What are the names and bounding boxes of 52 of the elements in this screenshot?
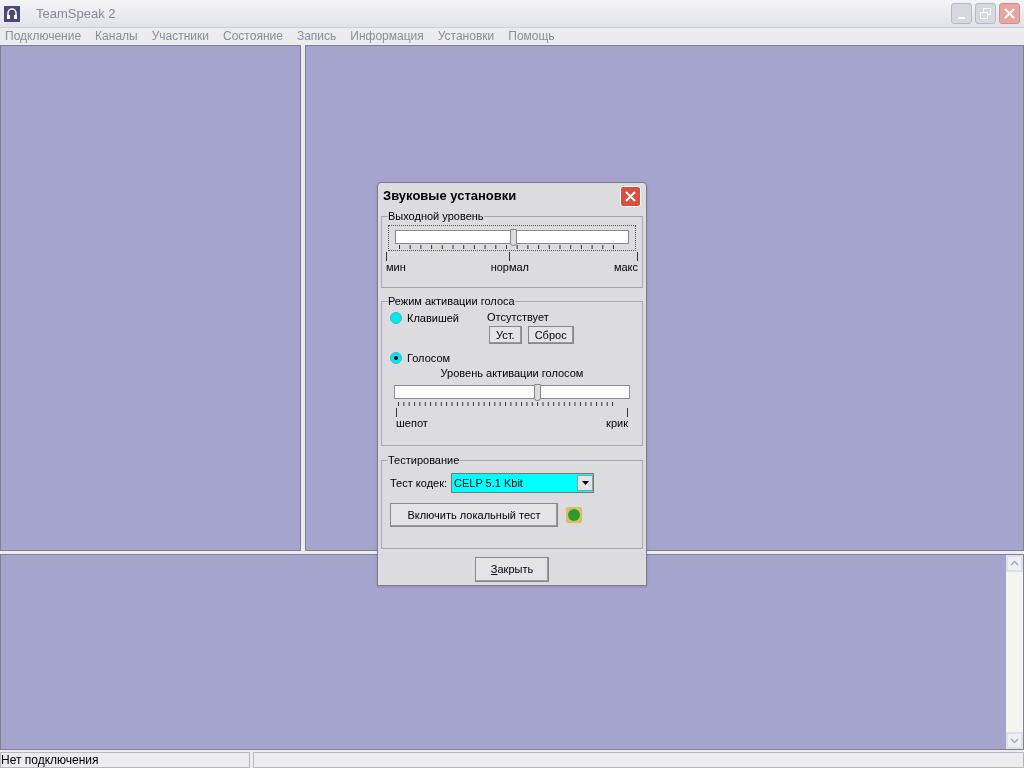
scale-label: крик [606, 416, 628, 429]
dropdown-value: CELP 5.1 Kbit [453, 475, 524, 491]
scroll-down-icon[interactable] [1006, 732, 1023, 749]
radio-button[interactable] [390, 312, 402, 325]
tick-mark [396, 407, 397, 417]
radio-label: Клавишей [407, 311, 460, 326]
group-label: Выходной уровень [388, 209, 484, 223]
headset-icon [4, 5, 20, 22]
scroll-up-icon[interactable] [1006, 555, 1023, 572]
close-icon [625, 190, 636, 202]
hotkey-button[interactable]: Сброс [527, 326, 574, 344]
menu-item[interactable]: Установки [437, 30, 495, 42]
menu-item[interactable]: Каналы [95, 30, 138, 42]
menu-item[interactable]: Запись [296, 30, 337, 42]
voice-level-label: Уровень активации голосом [439, 366, 585, 380]
hotkey-status: Отсутствует [487, 310, 549, 324]
codec-dropdown[interactable]: CELP 5.1 Kbit [451, 473, 595, 493]
scale-label: мин [386, 261, 406, 273]
hotkey-button[interactable]: Уст. [489, 326, 522, 344]
field-label: Тест кодек: [390, 475, 448, 491]
dialog-title: Звуковые установки [383, 187, 517, 206]
radio-button[interactable] [390, 352, 402, 365]
local-test-button[interactable]: Включить локальный тест [390, 503, 558, 527]
menu-item[interactable]: Участники [151, 30, 209, 42]
led-indicator-icon [566, 507, 582, 523]
menu-item[interactable]: Состояние [223, 30, 283, 42]
slider-thumb[interactable] [510, 229, 518, 246]
menu-item[interactable]: Информация [350, 30, 424, 42]
status-text: Нет подключения [1, 754, 99, 766]
radio-label: Голосом [407, 351, 451, 366]
window-title: TeamSpeak 2 [36, 4, 116, 23]
group-label: Режим активации голоса [388, 294, 515, 308]
menu-item[interactable]: Помощь [508, 30, 555, 42]
tick-mark [509, 252, 511, 261]
minimize-button[interactable] [951, 3, 972, 24]
scrollbar[interactable] [1006, 555, 1023, 749]
close-button[interactable] [999, 3, 1020, 24]
minimize-icon [958, 17, 965, 19]
slider-thumb[interactable] [533, 383, 541, 401]
group-label: Тестирование [388, 453, 460, 467]
scale-label: нормал [490, 261, 530, 273]
menu-item[interactable]: Подключение [5, 30, 82, 42]
restore-button[interactable] [975, 3, 996, 24]
tick-mark [627, 407, 628, 417]
restore-icon [980, 8, 991, 19]
scale-label: макс [613, 261, 638, 273]
dialog-close-button[interactable] [620, 185, 641, 207]
scale-label: шепот [396, 416, 428, 429]
close-dialog-button[interactable]: Закрыть [475, 557, 549, 582]
close-icon [1004, 8, 1015, 19]
tick-mark [637, 252, 638, 261]
tick-mark [386, 252, 387, 261]
